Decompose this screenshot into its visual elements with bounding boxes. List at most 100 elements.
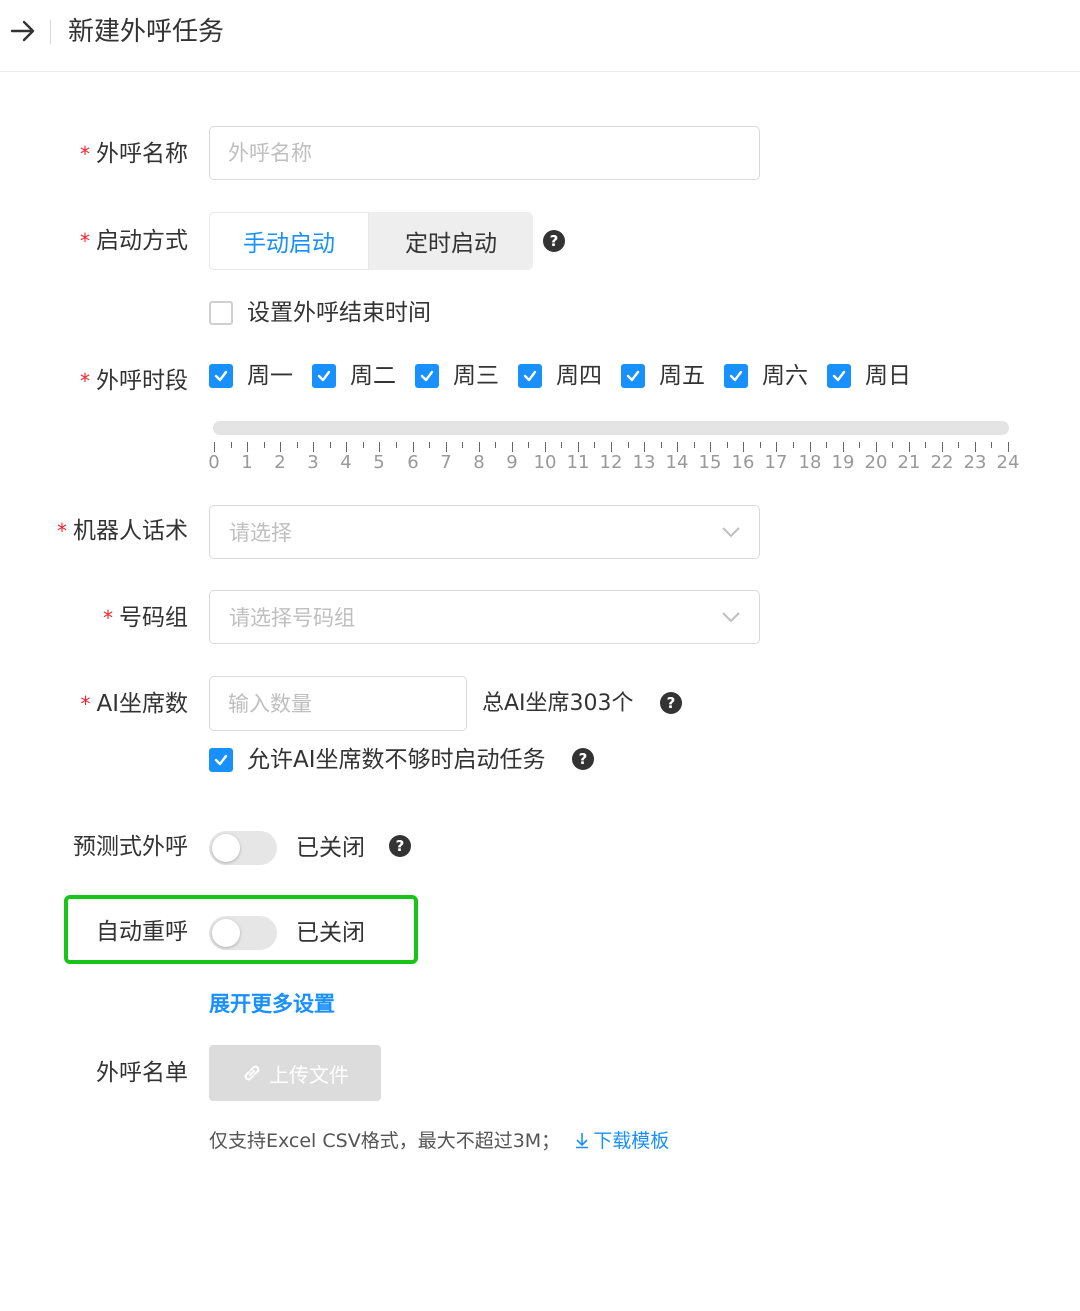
weekday-label: 周一 xyxy=(247,363,293,389)
back-arrow-icon[interactable] xyxy=(8,14,38,48)
ai-seats-total: 总AI坐席303个 xyxy=(482,691,634,716)
hour-label: 3 xyxy=(307,452,319,473)
weekday-checkbox[interactable] xyxy=(209,364,233,388)
call-list-label: 外呼名单 xyxy=(96,1060,188,1086)
chevron-down-icon xyxy=(722,612,740,623)
check-icon xyxy=(317,370,331,382)
end-time-label: 设置外呼结束时间 xyxy=(247,300,431,326)
auto-redial-label: 自动重呼 xyxy=(96,919,188,945)
start-mode-label: * 启动方式 xyxy=(80,225,188,257)
time-range-slider[interactable] xyxy=(213,421,1009,435)
weekday-checkbox[interactable] xyxy=(312,364,336,388)
hour-label: 20 xyxy=(864,452,888,473)
weekday-label: 周三 xyxy=(453,363,499,389)
start-mode-scheduled-button[interactable]: 定时启动 xyxy=(369,212,533,270)
hour-label: 16 xyxy=(731,452,755,473)
weekday-checkbox[interactable] xyxy=(827,364,851,388)
hour-label: 13 xyxy=(632,452,656,473)
check-icon xyxy=(420,370,434,382)
upload-hint-text: 仅支持Excel CSV格式，最大不超过3M； xyxy=(209,1130,561,1152)
hour-label: 7 xyxy=(440,452,452,473)
weekday-label: 周二 xyxy=(350,363,396,389)
hour-label: 17 xyxy=(764,452,788,473)
number-group-select-placeholder: 请选择号码组 xyxy=(229,606,355,630)
weekday-checkbox[interactable] xyxy=(415,364,439,388)
upload-hint: 仅支持Excel CSV格式，最大不超过3M； 下载模板 xyxy=(209,1127,669,1155)
hour-label: 0 xyxy=(208,452,220,473)
hour-label: 10 xyxy=(533,452,557,473)
scale-tick xyxy=(760,442,761,448)
scale-tick xyxy=(231,442,232,448)
scale-tick xyxy=(859,442,860,448)
download-template-link[interactable]: 下载模板 xyxy=(574,1130,669,1152)
check-icon xyxy=(214,370,228,382)
scale-tick xyxy=(958,442,959,448)
required-mark: * xyxy=(80,369,90,393)
switch-knob xyxy=(212,834,240,862)
weekday-checkbox[interactable] xyxy=(724,364,748,388)
ai-seats-input[interactable] xyxy=(209,676,467,731)
predictive-switch[interactable] xyxy=(209,831,277,865)
weekday-label: 周日 xyxy=(865,363,911,389)
allow-start-checkbox[interactable] xyxy=(209,748,233,772)
scale-tick xyxy=(396,442,397,448)
scale-tick xyxy=(661,442,662,448)
scale-tick xyxy=(594,442,595,448)
hour-label: 21 xyxy=(897,452,921,473)
script-select-placeholder: 请选择 xyxy=(229,521,292,545)
scale-tick xyxy=(330,442,331,448)
end-time-checkbox[interactable] xyxy=(209,301,233,325)
hour-label: 8 xyxy=(473,452,485,473)
check-icon xyxy=(729,370,743,382)
hour-label: 14 xyxy=(665,452,689,473)
number-group-select[interactable]: 请选择号码组 xyxy=(209,590,760,644)
weekday-label: 周五 xyxy=(659,363,705,389)
name-input[interactable] xyxy=(209,126,760,180)
allow-start-help-icon[interactable]: ? xyxy=(572,748,594,770)
predictive-status: 已关闭 xyxy=(296,835,365,861)
link-icon xyxy=(244,1065,260,1081)
check-icon xyxy=(832,370,846,382)
hour-label: 5 xyxy=(373,452,385,473)
hour-label: 11 xyxy=(566,452,590,473)
scale-tick xyxy=(991,442,992,448)
hour-label: 1 xyxy=(241,452,253,473)
hour-label: 12 xyxy=(599,452,623,473)
ai-seats-label: * AI坐席数 xyxy=(80,688,188,720)
script-select[interactable]: 请选择 xyxy=(209,505,760,559)
script-label-text: 机器人话术 xyxy=(73,518,188,544)
scale-tick xyxy=(694,442,695,448)
predictive-help-icon[interactable]: ? xyxy=(389,835,411,857)
ai-seats-help-icon[interactable]: ? xyxy=(660,692,682,714)
start-mode-manual-button[interactable]: 手动启动 xyxy=(209,212,369,270)
header-divider xyxy=(50,20,51,44)
upload-file-button[interactable]: 上传文件 xyxy=(209,1045,381,1101)
scale-tick xyxy=(363,442,364,448)
chevron-down-icon xyxy=(722,527,740,538)
start-mode-label-text: 启动方式 xyxy=(96,228,188,254)
scale-tick xyxy=(462,442,463,448)
period-label: * 外呼时段 xyxy=(80,365,188,397)
scale-tick xyxy=(826,442,827,448)
required-mark: * xyxy=(80,692,91,716)
hour-label: 4 xyxy=(340,452,352,473)
weekday-checkbox[interactable] xyxy=(621,364,645,388)
start-mode-segmented: 手动启动 定时启动 xyxy=(209,212,533,270)
predictive-label: 预测式外呼 xyxy=(73,834,188,860)
hour-label: 15 xyxy=(698,452,722,473)
scale-tick xyxy=(429,442,430,448)
hour-label: 2 xyxy=(274,452,286,473)
allow-start-label: 允许AI坐席数不够时启动任务 xyxy=(247,747,546,773)
start-mode-help-icon[interactable]: ? xyxy=(543,230,565,252)
auto-redial-switch[interactable] xyxy=(209,916,277,950)
hour-label: 9 xyxy=(506,452,518,473)
expand-more-settings-link[interactable]: 展开更多设置 xyxy=(209,989,335,1019)
check-icon xyxy=(523,370,537,382)
upload-file-label: 上传文件 xyxy=(269,1062,349,1087)
scale-tick xyxy=(495,442,496,448)
ai-seats-label-text: AI坐席数 xyxy=(96,691,188,717)
weekday-checkbox[interactable] xyxy=(518,364,542,388)
hour-label: 23 xyxy=(963,452,987,473)
check-icon xyxy=(214,754,228,766)
scale-tick xyxy=(727,442,728,448)
